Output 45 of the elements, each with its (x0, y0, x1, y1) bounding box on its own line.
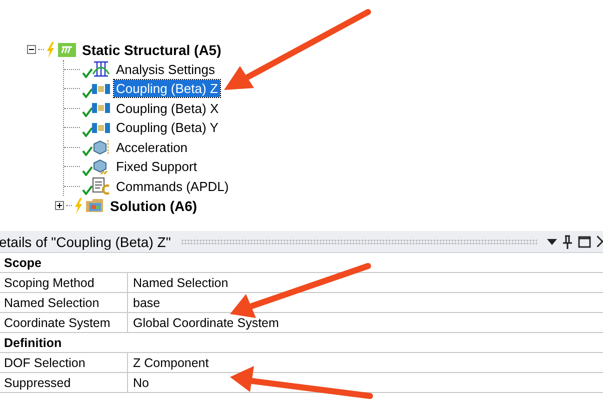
coupling-icon (92, 82, 110, 95)
coupling-icon (92, 122, 110, 134)
expander-icon[interactable] (27, 45, 36, 54)
table-cell-text: Z Component (132, 354, 209, 372)
expander-icon[interactable] (55, 201, 64, 210)
check-icon (82, 185, 93, 196)
table-cell: Suppressed (0, 373, 128, 392)
analysis-icon (58, 42, 76, 57)
check-icon (82, 68, 93, 78)
tree-item[interactable]: Acceleration (114, 138, 190, 156)
check-icon (82, 126, 93, 137)
table-cell: Coordinate System (0, 313, 128, 332)
coupling-icon (92, 102, 110, 114)
tree-item[interactable]: Coupling (Beta) Z (114, 80, 220, 98)
table-cell-text: base (132, 294, 160, 312)
tree-item[interactable]: Coupling (Beta) Y (114, 119, 220, 136)
tree-item[interactable]: Analysis Settings (114, 60, 217, 78)
lightning-icon (74, 198, 83, 214)
table-cell: DOF Selection (0, 353, 128, 372)
lightning-icon (46, 42, 55, 58)
tree-item[interactable]: Solution (A6) (108, 196, 200, 215)
dropdown-icon[interactable] (547, 238, 557, 244)
table-cell-text: Global Coordinate System (132, 314, 279, 332)
table-cell: Scoping Method (0, 273, 128, 292)
check-icon (82, 146, 93, 156)
tree-item[interactable]: Coupling (Beta) X (114, 100, 221, 117)
section-title: Definition (4, 336, 62, 350)
maximize-icon[interactable] (578, 236, 591, 248)
cube-icon (92, 158, 110, 175)
check-icon (82, 88, 93, 98)
table-cell-text: Named Selection (132, 274, 228, 292)
check-icon (82, 166, 93, 176)
tree-item[interactable]: Fixed Support (114, 158, 199, 176)
folder-icon (86, 198, 104, 214)
pin-icon[interactable] (563, 234, 572, 248)
check-icon (82, 107, 93, 118)
tree-item[interactable]: Static Structural (A5) (80, 40, 224, 59)
close-icon[interactable] (597, 236, 603, 247)
cube-icon (92, 139, 110, 156)
table-cell: Named Selection (0, 293, 128, 312)
settings-icon (92, 61, 110, 78)
commands-icon (92, 177, 110, 196)
section-title: Scope (4, 256, 42, 270)
tree-item[interactable]: Commands (APDL) (114, 178, 231, 195)
table-cell-text: No (132, 374, 149, 392)
